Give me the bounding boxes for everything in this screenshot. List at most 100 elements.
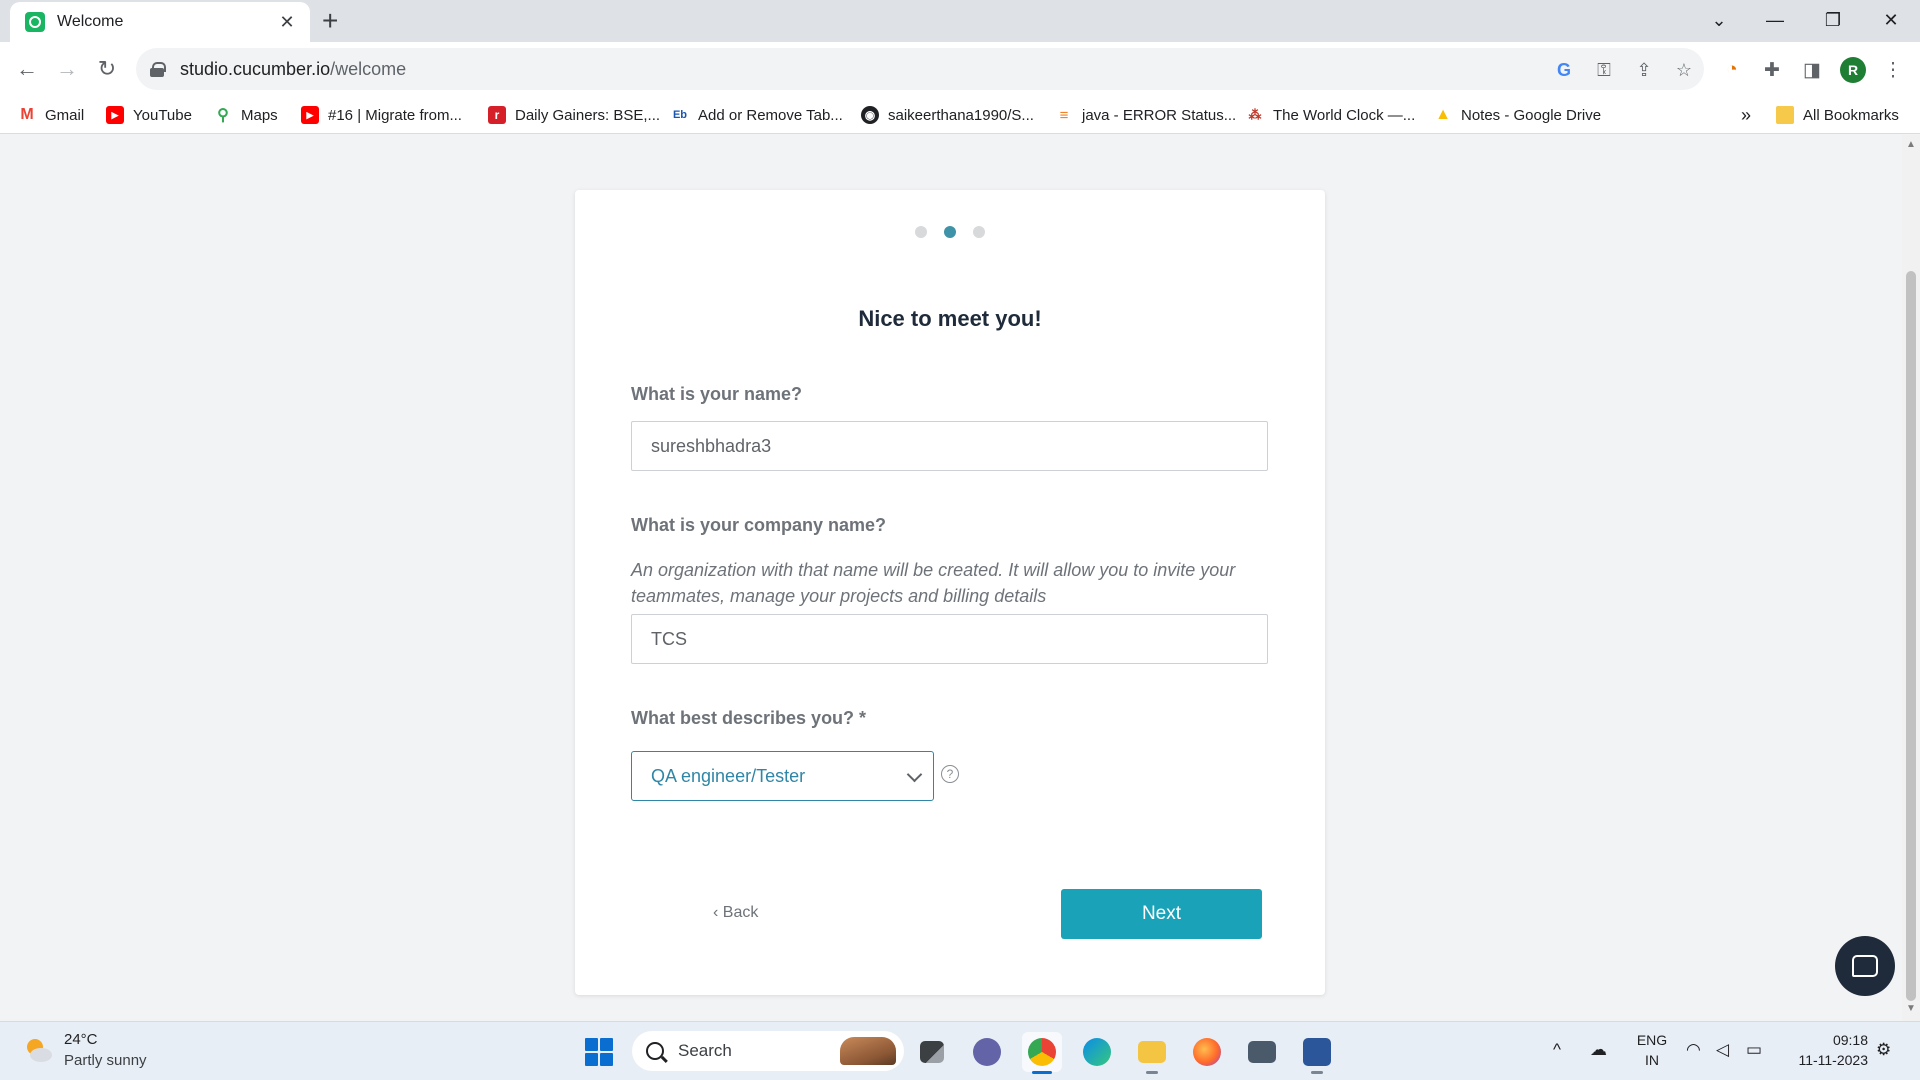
new-tab-icon[interactable]: + <box>322 7 338 35</box>
role-select-value: QA engineer/Tester <box>651 765 806 786</box>
role-select[interactable]: QA engineer/Tester <box>631 751 934 801</box>
scrollbar-thumb[interactable] <box>1906 271 1916 1001</box>
bookmark-migrate-video[interactable]: ▶ #16 | Migrate from... <box>301 103 462 127</box>
lock-icon[interactable] <box>150 62 166 77</box>
tab-title: Welcome <box>57 13 124 30</box>
onboarding-card: Nice to meet you! What is your name? Wha… <box>575 190 1325 995</box>
google-drive-icon: ▲ <box>1435 106 1451 123</box>
bookmark-label: Notes - Google Drive <box>1461 106 1602 124</box>
bookmark-world-clock[interactable]: ⁂ The World Clock —... <box>1246 103 1416 127</box>
tab-search-chevron-icon[interactable]: ⌄ <box>1690 0 1748 40</box>
scroll-down-icon[interactable]: ▼ <box>1906 1003 1916 1014</box>
search-highlight-image <box>840 1037 896 1065</box>
step-dot[interactable] <box>973 226 985 238</box>
bookmark-all-bookmarks[interactable]: All Bookmarks <box>1776 103 1899 127</box>
open-app-indicator <box>1311 1071 1323 1074</box>
teams-chat-icon[interactable] <box>967 1032 1007 1072</box>
page-viewport: Nice to meet you! What is your name? Wha… <box>0 135 1902 1021</box>
extensions-puzzle-icon[interactable]: ✚ <box>1759 57 1785 83</box>
windows-taskbar: 24°C Partly sunny Search ^ ☁ ENG IN ◠ ◁ <box>0 1021 1920 1080</box>
browser-toolbar: ← → ↻ studio.cucumber.io/welcome G ⚿ ⇪ ☆… <box>0 42 1920 96</box>
github-icon: ◉ <box>861 106 879 124</box>
extendoffice-icon: Eb <box>672 109 688 121</box>
side-panel-icon[interactable]: ◨ <box>1799 57 1825 83</box>
windows-start-icon[interactable] <box>585 1038 613 1066</box>
bookmark-gmail[interactable]: M Gmail <box>18 103 84 127</box>
onedrive-icon[interactable]: ☁ <box>1590 1040 1607 1060</box>
extension-speed-icon[interactable]: ◔ <box>1719 57 1745 83</box>
close-tab-icon[interactable]: ✕ <box>276 12 298 33</box>
close-window-icon[interactable]: ✕ <box>1862 0 1920 40</box>
url-host: studio.cucumber.io <box>180 58 331 79</box>
google-lens-icon[interactable]: G <box>1552 58 1576 82</box>
show-hidden-icons-chevron-icon[interactable]: ^ <box>1553 1040 1561 1060</box>
browser-tab[interactable]: Welcome ✕ <box>10 2 310 42</box>
role-label: What best describes you? * <box>631 708 867 728</box>
share-icon[interactable]: ⇪ <box>1632 58 1656 82</box>
youtube-icon: ▶ <box>301 106 319 124</box>
reload-icon[interactable]: ↻ <box>89 51 125 87</box>
task-view-icon[interactable] <box>912 1032 952 1072</box>
file-explorer-icon[interactable] <box>1132 1032 1172 1074</box>
language-indicator[interactable]: ENG IN <box>1634 1030 1670 1070</box>
page-title: Nice to meet you! <box>858 306 1042 331</box>
step-dot-active[interactable] <box>944 226 956 238</box>
open-app-indicator <box>1146 1071 1158 1074</box>
bookmark-daily-gainers[interactable]: r Daily Gainers: BSE,... <box>488 103 660 127</box>
bookmark-label: Maps <box>241 106 278 124</box>
password-key-icon[interactable]: ⚿ <box>1592 58 1616 82</box>
restore-window-icon[interactable]: ❐ <box>1804 0 1862 40</box>
next-button[interactable]: Next <box>1061 889 1262 939</box>
weather-description[interactable]: Partly sunny <box>64 1052 147 1069</box>
step-indicator <box>575 226 1325 238</box>
step-dot[interactable] <box>915 226 927 238</box>
taskbar-search[interactable]: Search <box>632 1031 904 1071</box>
system-clock[interactable]: 09:18 11-11-2023 <box>1782 1030 1868 1070</box>
edge-icon[interactable] <box>1077 1032 1117 1072</box>
battery-icon[interactable]: ▭ <box>1746 1040 1762 1060</box>
active-app-indicator <box>1032 1071 1052 1074</box>
minimize-window-icon[interactable]: — <box>1746 0 1804 40</box>
bookmark-youtube[interactable]: ▶ YouTube <box>106 103 192 127</box>
bookmark-label: All Bookmarks <box>1803 106 1899 124</box>
bookmark-stackoverflow[interactable]: ≡ java - ERROR Status... <box>1055 103 1237 127</box>
help-icon[interactable]: ? <box>941 765 959 783</box>
firefox-icon[interactable] <box>1187 1032 1227 1072</box>
bookmark-star-icon[interactable]: ☆ <box>1672 58 1696 82</box>
bookmark-maps[interactable]: ⚲ Maps <box>214 103 278 127</box>
back-link[interactable]: ‹ Back <box>713 904 758 922</box>
name-field[interactable] <box>631 421 1268 471</box>
chrome-menu-icon[interactable]: ⋮ <box>1880 57 1906 83</box>
weather-temperature[interactable]: 24°C <box>64 1031 98 1048</box>
volume-icon[interactable]: ◁ <box>1716 1040 1729 1060</box>
chat-launcher-button[interactable] <box>1835 936 1895 996</box>
company-label: What is your company name? <box>631 515 887 535</box>
worldclock-icon: ⁂ <box>1248 107 1262 122</box>
chat-icon <box>1852 955 1878 977</box>
search-icon <box>646 1042 664 1060</box>
profile-avatar[interactable]: R <box>1840 57 1866 83</box>
company-helper-text: An organization with that name will be c… <box>631 560 1236 606</box>
search-label: Search <box>678 1041 732 1060</box>
chrome-taskbar-icon[interactable] <box>1022 1032 1062 1074</box>
bookmark-google-drive[interactable]: ▲ Notes - Google Drive <box>1434 103 1601 127</box>
notifications-icon[interactable]: ⚙ <box>1876 1040 1891 1060</box>
remote-desktop-icon[interactable] <box>1242 1032 1282 1072</box>
page-scrollbar[interactable]: ▲ ▼ <box>1902 135 1920 1021</box>
rediff-icon: r <box>488 106 506 124</box>
bookmark-label: YouTube <box>133 106 192 124</box>
back-arrow-icon[interactable]: ← <box>9 51 45 87</box>
wifi-icon[interactable]: ◠ <box>1686 1040 1701 1060</box>
scroll-up-icon[interactable]: ▲ <box>1906 139 1916 150</box>
bookmark-label: #16 | Migrate from... <box>328 106 462 124</box>
clock-date: 11-11-2023 <box>1798 1052 1868 1068</box>
bookmark-github[interactable]: ◉ saikeerthana1990/S... <box>861 103 1034 127</box>
company-field[interactable] <box>631 614 1268 664</box>
bookmark-add-remove-tab[interactable]: Eb Add or Remove Tab... <box>671 103 843 127</box>
forward-arrow-icon[interactable]: → <box>49 51 85 87</box>
partly-sunny-icon[interactable] <box>22 1034 54 1066</box>
bookmarks-overflow-icon[interactable]: » <box>1741 103 1751 127</box>
language-code: ENG <box>1636 1032 1668 1048</box>
address-bar[interactable]: studio.cucumber.io/welcome G ⚿ ⇪ ☆ <box>136 48 1704 90</box>
word-icon[interactable] <box>1297 1032 1337 1074</box>
